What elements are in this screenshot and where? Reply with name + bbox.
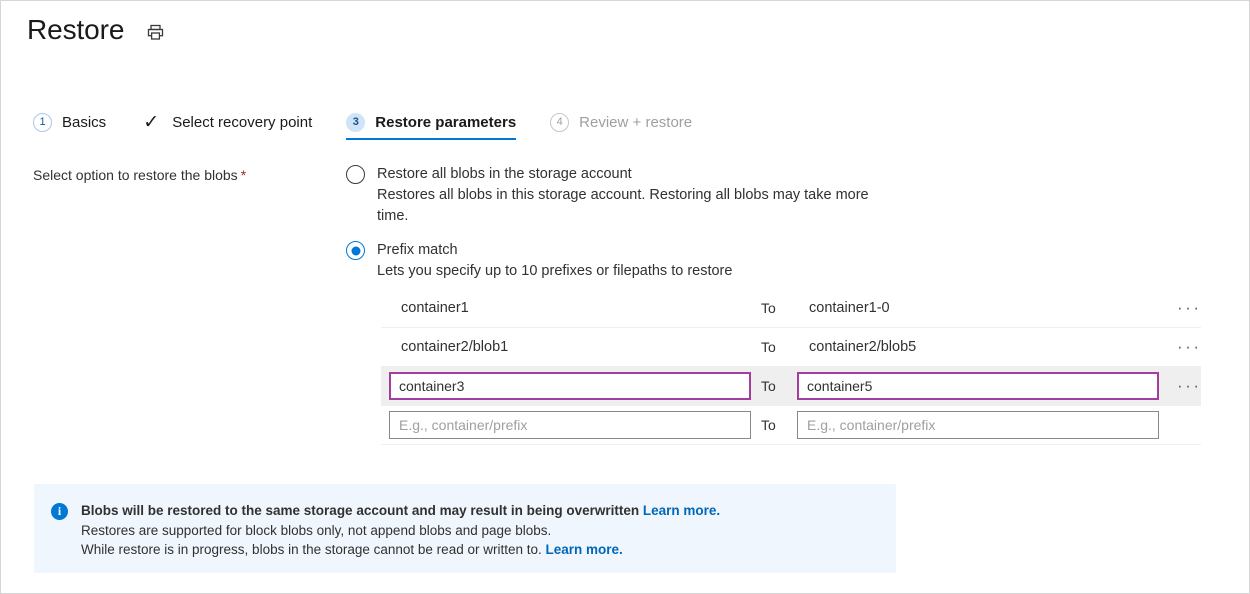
printer-icon-glyph [146, 23, 165, 42]
prefix-to-cell [793, 372, 1163, 400]
prefix-match-table: container1 To container1-0 ··· container… [381, 289, 1201, 445]
to-label: To [751, 378, 793, 394]
row-more-options-icon[interactable]: ··· [1177, 303, 1201, 313]
prefix-from-value: container2/blob1 [389, 339, 508, 355]
check-icon: ✓ [140, 113, 162, 132]
option-restore-all-blobs-title: Restore all blobs in the storage account [377, 164, 897, 185]
wizard-steps: 1 Basics ✓ Select recovery point 3 Resto… [33, 113, 726, 149]
required-asterisk: * [241, 167, 246, 183]
prefix-to-cell: container1-0 [793, 299, 1163, 317]
option-restore-all-blobs[interactable]: Restore all blobs in the storage account… [346, 164, 906, 227]
option-prefix-match-title: Prefix match [377, 240, 732, 261]
prefix-to-value: container1-0 [797, 300, 890, 316]
table-row[interactable]: To ··· [381, 367, 1201, 406]
banner-line-1: Blobs will be restored to the same stora… [81, 501, 720, 521]
table-row[interactable]: container2/blob1 To container2/blob5 ··· [381, 328, 1201, 367]
banner-learn-more-link-2[interactable]: Learn more. [545, 542, 622, 557]
table-row[interactable]: container1 To container1-0 ··· [381, 289, 1201, 328]
option-prefix-match-description: Lets you specify up to 10 prefixes or fi… [377, 261, 732, 282]
prefix-from-value: container1 [389, 300, 469, 316]
step-active-underline [346, 138, 516, 140]
table-row[interactable]: To [381, 406, 1201, 445]
prefix-to-value: container2/blob5 [797, 339, 916, 355]
restore-option-label-text: Select option to restore the blobs [33, 167, 238, 183]
wizard-step-review-restore[interactable]: 4 Review + restore [550, 113, 692, 140]
to-label: To [751, 339, 793, 355]
banner-line-3: While restore is in progress, blobs in t… [81, 540, 720, 560]
prefix-to-cell: container2/blob5 [793, 338, 1163, 356]
prefix-from-input[interactable] [389, 372, 751, 400]
step-label-basics: Basics [62, 114, 106, 131]
prefix-from-input[interactable] [389, 411, 751, 439]
step-badge-3: 3 [346, 113, 365, 132]
wizard-step-select-recovery-point[interactable]: ✓ Select recovery point [140, 113, 312, 140]
printer-icon[interactable] [142, 19, 168, 45]
banner-line-2-text: Restores are supported for block blobs o… [81, 523, 551, 538]
radio-restore-all-blobs[interactable] [346, 165, 365, 184]
prefix-to-input[interactable] [797, 411, 1159, 439]
banner-line-1-text: Blobs will be restored to the same stora… [81, 503, 643, 518]
restore-blade: Restore 1 Basics ✓ Select recovery point… [0, 0, 1250, 594]
prefix-from-cell [381, 411, 751, 439]
step-label-restore-parameters: Restore parameters [375, 114, 516, 131]
step-badge-1: 1 [33, 113, 52, 132]
prefix-from-cell [381, 372, 751, 400]
restore-option-label: Select option to restore the blobs* [33, 167, 246, 183]
info-banner: i Blobs will be restored to the same sto… [34, 484, 896, 573]
restore-option-group: Restore all blobs in the storage account… [346, 164, 906, 282]
to-label: To [751, 417, 793, 433]
radio-prefix-match[interactable] [346, 241, 365, 260]
option-prefix-match[interactable]: Prefix match Lets you specify up to 10 p… [346, 240, 906, 282]
row-more-options-icon[interactable]: ··· [1177, 342, 1201, 352]
to-label: To [751, 300, 793, 316]
page-title: Restore [27, 11, 124, 49]
prefix-to-cell [793, 411, 1163, 439]
step-badge-4: 4 [550, 113, 569, 132]
row-more-options-icon[interactable]: ··· [1177, 381, 1201, 391]
prefix-from-cell: container2/blob1 [381, 338, 751, 356]
banner-learn-more-link-1[interactable]: Learn more. [643, 503, 720, 518]
prefix-to-input[interactable] [797, 372, 1159, 400]
step-label-review-restore: Review + restore [579, 114, 692, 131]
info-icon: i [51, 503, 68, 520]
banner-line-2: Restores are supported for block blobs o… [81, 521, 720, 541]
step-label-select-recovery-point: Select recovery point [172, 114, 312, 131]
wizard-step-restore-parameters[interactable]: 3 Restore parameters [346, 113, 516, 140]
wizard-step-basics[interactable]: 1 Basics [33, 113, 106, 140]
blade-header: Restore [27, 11, 168, 49]
option-restore-all-blobs-description: Restores all blobs in this storage accou… [377, 185, 897, 227]
banner-line-3-text: While restore is in progress, blobs in t… [81, 542, 545, 557]
prefix-from-cell: container1 [381, 299, 751, 317]
